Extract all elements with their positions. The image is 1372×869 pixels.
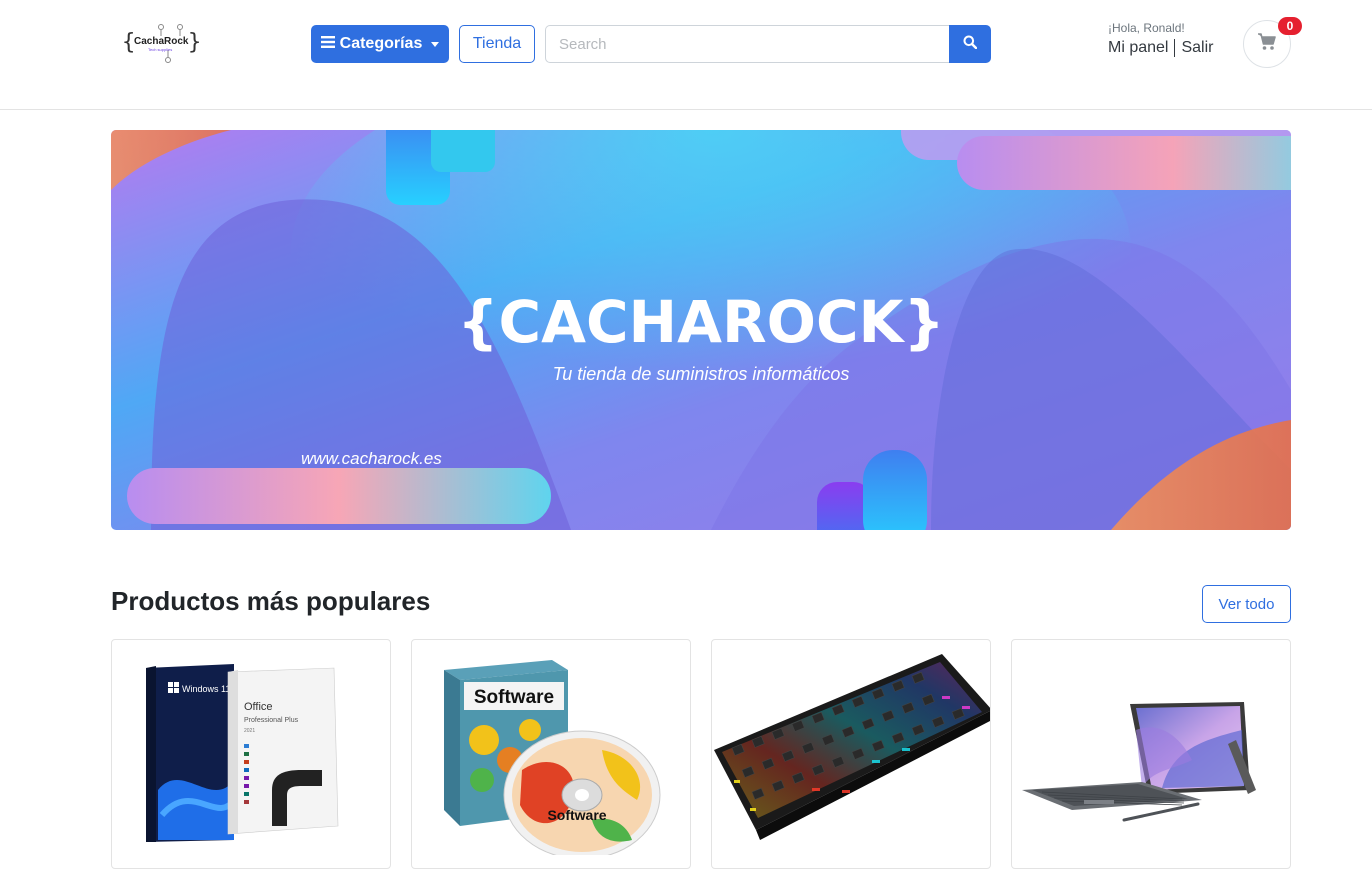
svg-text:2021: 2021 [244, 728, 255, 734]
rgb-keyboard-image [714, 654, 990, 840]
logo-text: CachaRock [134, 36, 189, 47]
logout-link[interactable]: Salir [1181, 39, 1213, 57]
site-logo[interactable]: { } CachaRock Tech supplies [120, 22, 202, 64]
search-input[interactable] [545, 25, 949, 63]
view-all-button[interactable]: Ver todo [1202, 585, 1291, 623]
svg-text:Software: Software [547, 807, 606, 823]
tablet-keyboard-image [1022, 702, 1256, 822]
svg-text:Windows 11: Windows 11 [182, 684, 230, 694]
search-button[interactable] [949, 25, 991, 63]
product-card-keyboard[interactable] [711, 639, 991, 869]
svg-text:Office: Office [244, 701, 273, 713]
store-button[interactable]: Tienda [459, 25, 535, 63]
svg-text:Professional Plus: Professional Plus [244, 717, 299, 724]
shopping-cart-icon [1257, 32, 1277, 56]
product-card-windows-office[interactable]: Windows 11 Office Professional Plus 2021 [111, 639, 391, 869]
windows-office-box-image: Windows 11 Office Professional Plus 2021 [146, 664, 339, 842]
banner-title: {CACHAROCK} [457, 288, 945, 356]
site-header: { } CachaRock Tech supplies Categorías T… [0, 0, 1372, 110]
user-greeting: ¡Hola, Ronald! [1108, 21, 1185, 35]
product-card-software[interactable]: Software Software [411, 639, 691, 869]
product-card-tablet[interactable] [1011, 639, 1291, 869]
categories-label: Categorías [339, 35, 423, 52]
banner-url: www.cacharock.es [301, 449, 442, 468]
link-divider [1174, 39, 1176, 57]
software-box-image: Software Software [444, 660, 661, 855]
search-bar [545, 25, 991, 63]
panel-link[interactable]: Mi panel [1108, 39, 1168, 57]
categories-dropdown-button[interactable]: Categorías [311, 25, 449, 63]
banner-tagline: Tu tienda de suministros informáticos [553, 364, 850, 384]
caret-down-icon [431, 41, 440, 47]
cart-count-badge: 0 [1278, 17, 1302, 35]
popular-products-title: Productos más populares [111, 586, 431, 616]
logo-subtext: Tech supplies [148, 47, 172, 52]
hero-banner[interactable]: {CACHAROCK} Tu tienda de suministros inf… [111, 130, 1291, 530]
bars-icon [320, 35, 335, 53]
search-icon [963, 35, 978, 54]
svg-text:}: } [188, 30, 201, 55]
svg-text:Software: Software [474, 687, 554, 708]
user-links: Mi panel Salir [1108, 39, 1214, 57]
